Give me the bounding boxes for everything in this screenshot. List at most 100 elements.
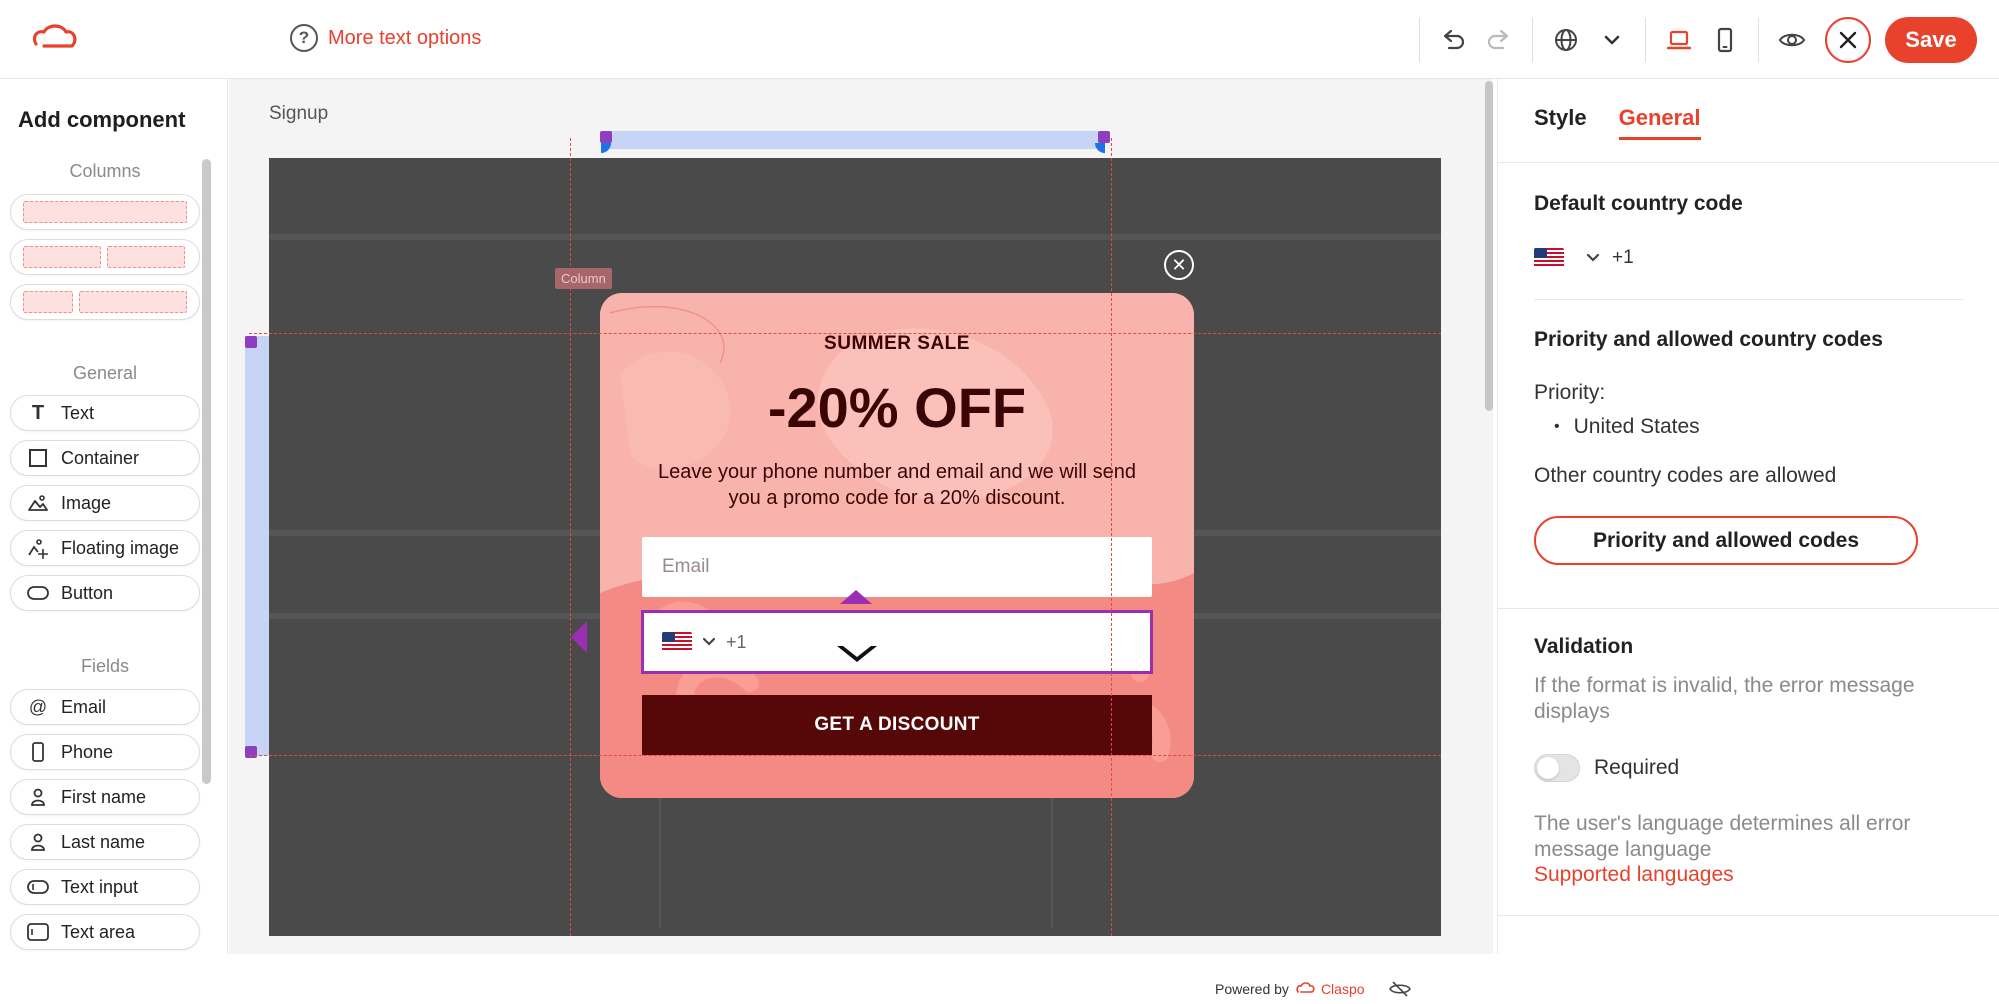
guide-line: [249, 755, 1441, 756]
person-icon: [27, 831, 49, 853]
column-cell: [23, 291, 73, 313]
field-first-name[interactable]: First name: [10, 779, 200, 815]
phone-input[interactable]: +1: [641, 610, 1153, 674]
question-circle-icon: ?: [290, 24, 318, 52]
field-label: First name: [61, 786, 147, 807]
move-up-arrow-icon[interactable]: [836, 586, 876, 608]
field-email[interactable]: @ Email: [10, 689, 200, 725]
supported-languages-link[interactable]: Supported languages: [1534, 863, 1734, 887]
claspo-logo-icon: [1296, 982, 1315, 993]
bullet: •: [1554, 418, 1560, 435]
popup-close-button[interactable]: ✕: [1164, 250, 1194, 280]
mobile-view-button[interactable]: [1702, 17, 1748, 63]
field-text-input[interactable]: Text input: [10, 869, 200, 905]
canvas-scrollbar[interactable]: [1485, 81, 1493, 411]
field-phone[interactable]: Phone: [10, 734, 200, 770]
text-icon: T: [31, 401, 45, 424]
move-left-arrow-icon[interactable]: [567, 617, 591, 657]
column-1-layout[interactable]: [10, 194, 200, 230]
divider: [1498, 608, 1999, 609]
move-down-arrow-icon[interactable]: [833, 642, 881, 664]
text-input-icon: [27, 876, 49, 898]
eye-off-icon[interactable]: [1388, 980, 1411, 998]
us-flag-icon: [662, 632, 692, 652]
priority-title: Priority and allowed country codes: [1534, 328, 1883, 351]
component-label: Container: [61, 447, 140, 468]
field-label: Last name: [61, 831, 146, 852]
default-country-code-value: +1: [1612, 247, 1634, 268]
language-description: The user's language determines all error…: [1534, 812, 1911, 861]
priority-list-item: • United States: [1554, 415, 1700, 439]
button-icon: [27, 582, 49, 604]
component-text[interactable]: T Text: [10, 395, 200, 431]
divider: [1498, 915, 1999, 916]
popup-content: SUMMER SALE -20% OFF Leave your phone nu…: [600, 293, 1194, 798]
validation-description: If the format is invalid, the error mess…: [1534, 674, 1915, 723]
desktop-view-button[interactable]: [1656, 17, 1702, 63]
close-icon: [1839, 31, 1857, 48]
eye-icon: [1778, 33, 1806, 46]
editor-canvas: Signup SUMMER SALE -20% OFF Leave your p…: [229, 79, 1493, 1004]
text-area-icon: [27, 921, 49, 943]
field-label: Phone: [61, 741, 114, 762]
corner-handle: [601, 143, 611, 153]
chevron-down-icon: [1586, 253, 1600, 262]
default-country-code-title: Default country code: [1534, 192, 1743, 215]
globe-icon: [1555, 28, 1577, 51]
email-input[interactable]: Email: [642, 537, 1152, 597]
toolbar-divider: [1419, 17, 1420, 62]
required-toggle[interactable]: [1534, 754, 1580, 782]
toggle-knob: [1537, 757, 1559, 779]
priority-allowed-codes-button[interactable]: Priority and allowed codes: [1534, 516, 1918, 565]
corner-handle: [1095, 143, 1105, 153]
resize-handle[interactable]: [245, 336, 257, 348]
sidebar-scrollbar[interactable]: [202, 159, 211, 784]
mobile-icon: [1717, 27, 1733, 52]
more-text-options-link[interactable]: ? More text options: [290, 24, 481, 52]
general-section-title: General: [72, 363, 138, 383]
component-container[interactable]: Container: [10, 440, 200, 476]
language-dropdown-button[interactable]: [1589, 17, 1635, 63]
preview-button[interactable]: [1769, 17, 1815, 63]
phone-icon: [27, 741, 49, 763]
laptop-icon: [1666, 30, 1692, 49]
default-country-code-select[interactable]: +1: [1534, 247, 1634, 269]
page-label: Signup: [269, 103, 329, 124]
popup-description: Leave your phone number and email and we…: [657, 461, 1137, 509]
divider: [1534, 299, 1964, 300]
fields-section-title: Fields: [80, 656, 129, 676]
us-flag-icon: [1534, 248, 1564, 268]
resize-handle[interactable]: [1098, 131, 1110, 143]
guide-line: [1111, 138, 1112, 936]
priority-country: United States: [1573, 415, 1700, 438]
claspo-logo-icon[interactable]: [30, 22, 78, 54]
redo-button[interactable]: [1476, 17, 1522, 63]
get-discount-button[interactable]: GET A DISCOUNT: [642, 695, 1152, 755]
popup-title: -20% OFF: [767, 376, 1027, 439]
other-allowed-text: Other country codes are allowed: [1534, 464, 1837, 487]
field-text-area[interactable]: Text area: [10, 914, 200, 950]
tab-general[interactable]: General: [1618, 105, 1701, 140]
column-1-2-layout[interactable]: [10, 284, 200, 320]
popup-container[interactable]: SUMMER SALE -20% OFF Leave your phone nu…: [600, 293, 1194, 798]
validation-title: Validation: [1534, 635, 1634, 658]
resize-handle[interactable]: [600, 131, 612, 143]
field-last-name[interactable]: Last name: [10, 824, 200, 860]
guide-line: [249, 333, 1441, 334]
component-label: Image: [61, 492, 112, 513]
language-button[interactable]: [1543, 17, 1589, 63]
close-editor-button[interactable]: [1825, 16, 1871, 63]
component-button[interactable]: Button: [10, 575, 200, 611]
image-icon: [27, 492, 49, 514]
toolbar-divider: [1532, 17, 1533, 62]
save-button[interactable]: Save: [1885, 16, 1977, 63]
component-image[interactable]: Image: [10, 485, 200, 521]
chevron-down-icon[interactable]: [702, 637, 716, 647]
tab-style[interactable]: Style: [1534, 105, 1587, 140]
resize-handle[interactable]: [245, 746, 257, 758]
panel-title: Add component: [18, 107, 186, 132]
column-2-layout[interactable]: [10, 239, 200, 275]
component-label: Button: [61, 582, 114, 603]
undo-button[interactable]: [1430, 17, 1476, 63]
component-floating-image[interactable]: Floating image: [10, 530, 200, 566]
